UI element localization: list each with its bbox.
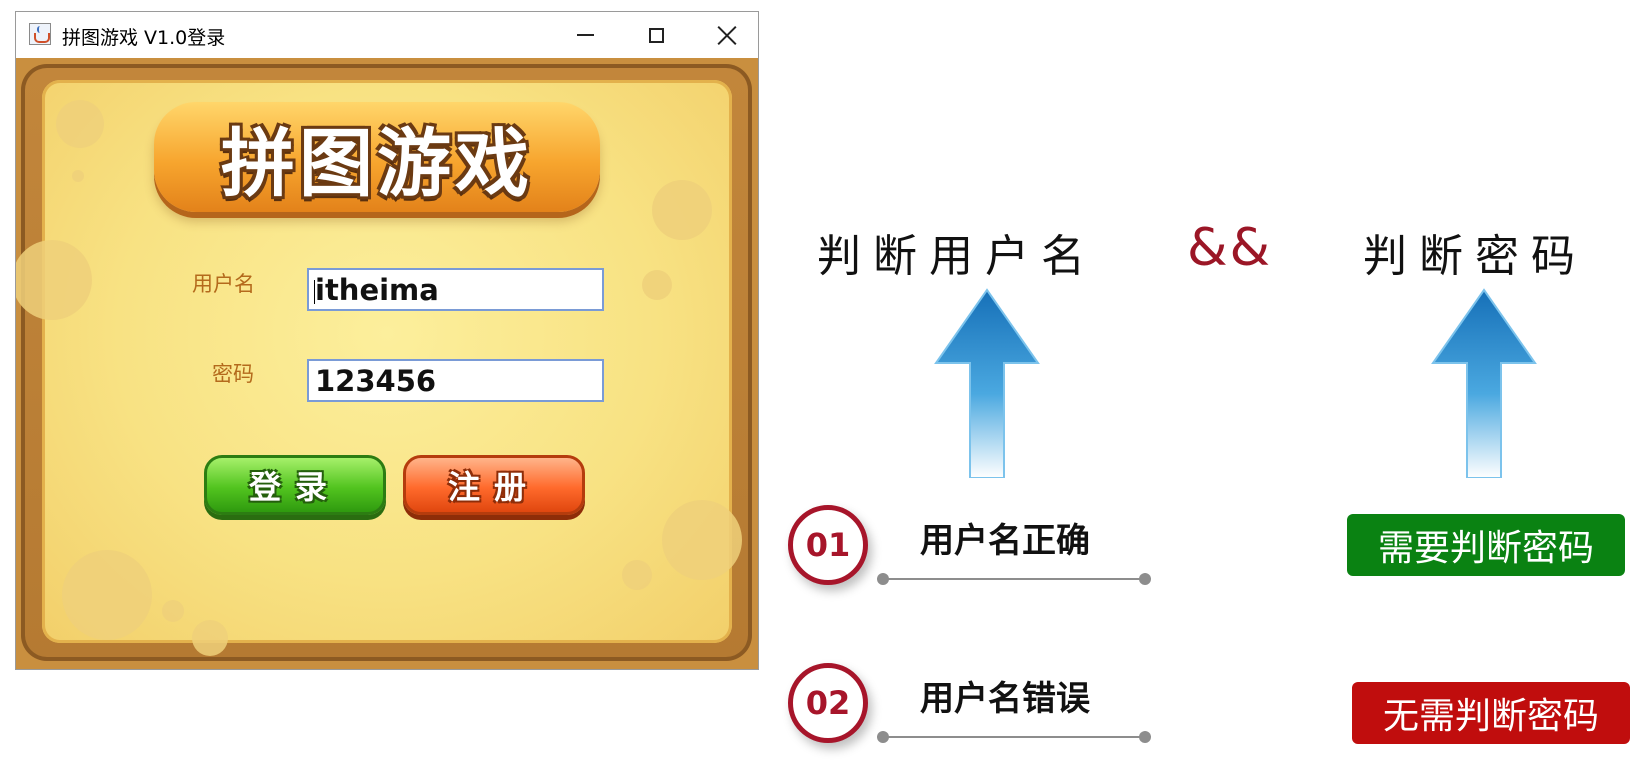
username-label: 用户名: [192, 272, 255, 296]
username-field[interactable]: [307, 268, 604, 311]
case-condition: 用户名错误: [920, 679, 1090, 719]
divider-line: [877, 731, 1151, 743]
window-title: 拼图游戏 V1.0登录: [62, 27, 226, 49]
maximize-icon: [648, 27, 664, 43]
title-bar[interactable]: 拼图游戏 V1.0登录: [16, 12, 758, 58]
password-label: 密码: [212, 362, 254, 386]
up-arrow-icon: [1431, 288, 1537, 478]
close-icon: [717, 25, 737, 45]
password-input[interactable]: [309, 361, 602, 400]
and-operator: &&: [1187, 218, 1273, 278]
close-button[interactable]: [692, 12, 762, 58]
game-title: 拼图游戏: [221, 120, 533, 207]
case-condition: 用户名正确: [920, 521, 1090, 561]
game-board: 拼图游戏 用户名 密码 登录 注册: [16, 58, 758, 669]
maximize-button[interactable]: [621, 12, 691, 58]
check-password-heading: 判断密码: [1363, 231, 1587, 282]
game-title-banner: 拼图游戏: [154, 102, 600, 212]
register-button[interactable]: 注册: [403, 455, 585, 515]
login-button[interactable]: 登录: [204, 455, 386, 515]
text-caret: [314, 280, 315, 304]
check-username-heading: 判断用户名: [817, 231, 1097, 282]
minimize-icon: [576, 34, 594, 36]
case-number-badge: 02: [788, 663, 868, 743]
result-tag: 需要判断密码: [1347, 514, 1625, 576]
up-arrow-icon: [934, 288, 1040, 478]
login-window: 拼图游戏 V1.0登录 拼图游戏 用户名 itheima 密码 123456 登…: [15, 11, 759, 670]
password-field[interactable]: [307, 359, 604, 402]
result-tag: 无需判断密码: [1352, 682, 1630, 744]
username-input[interactable]: [309, 270, 602, 309]
minimize-button[interactable]: [550, 12, 620, 58]
java-app-icon: [29, 23, 51, 45]
divider-line: [877, 573, 1151, 585]
case-number-badge: 01: [788, 505, 868, 585]
